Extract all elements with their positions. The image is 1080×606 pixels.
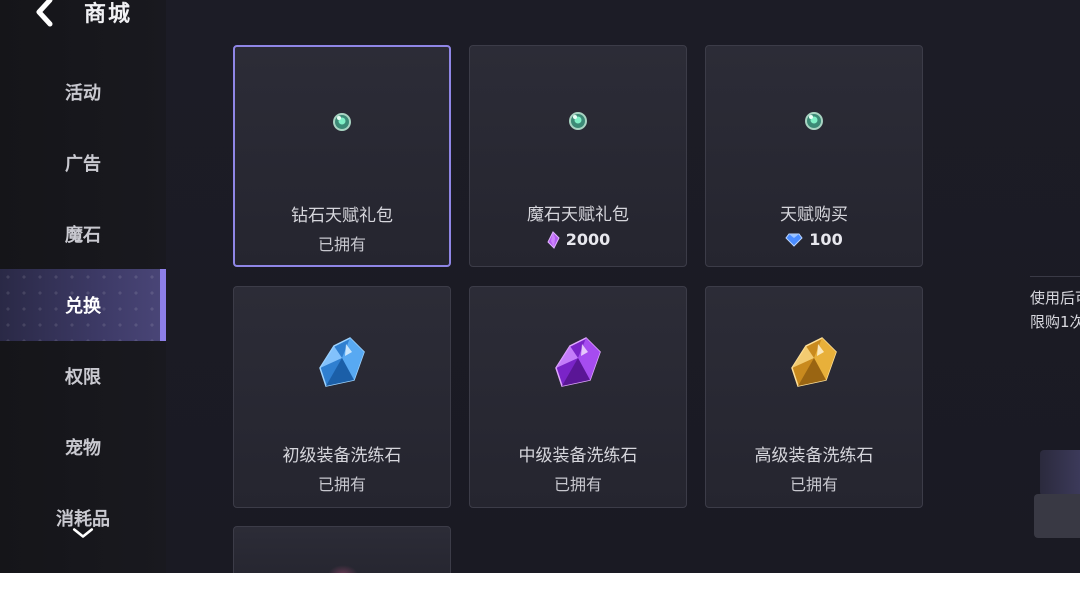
gold-crystal-icon xyxy=(791,337,837,387)
sidebar: 商城 活动 广告 魔石 兑换 权限 宠物 消耗品 xyxy=(0,0,166,573)
detail-description: 使用后可 限购1次 xyxy=(1030,286,1080,334)
item-status: 已拥有 xyxy=(789,475,838,494)
sidebar-item-privileges[interactable]: 权限 xyxy=(0,340,166,412)
talent-ring-icon xyxy=(333,113,351,131)
back-button[interactable] xyxy=(26,0,62,30)
shop-item-card[interactable] xyxy=(233,526,451,573)
blue-crystal-icon xyxy=(319,337,365,387)
item-price: 2000 xyxy=(470,230,686,249)
chevron-left-icon xyxy=(36,0,53,27)
page-title: 商城 xyxy=(84,2,133,27)
detail-action-button[interactable] xyxy=(1040,450,1080,496)
shop-item-card[interactable]: 天赋购买 100 xyxy=(705,45,923,267)
sidebar-item-label: 活动 xyxy=(65,83,101,104)
detail-divider xyxy=(1030,276,1080,277)
detail-secondary-button[interactable] xyxy=(1034,494,1080,538)
item-glow xyxy=(328,565,358,573)
sidebar-item-label: 宠物 xyxy=(65,438,101,459)
item-status: 已拥有 xyxy=(317,475,366,494)
sidebar-item-activity[interactable]: 活动 xyxy=(0,56,166,128)
purple-crystal-icon xyxy=(555,337,601,387)
sidebar-item-label: 兑换 xyxy=(65,296,101,317)
item-name: 天赋购买 xyxy=(780,205,848,225)
price-value: 100 xyxy=(809,230,843,249)
item-status: 已拥有 xyxy=(317,235,366,254)
item-name: 中级装备洗练石 xyxy=(518,446,638,466)
price-value: 2000 xyxy=(565,230,611,249)
shop-item-card[interactable]: 高级装备洗练石 已拥有 xyxy=(705,286,923,508)
item-status: 已拥有 xyxy=(553,475,602,494)
detail-line: 限购1次 xyxy=(1030,313,1080,331)
sidebar-item-ads[interactable]: 广告 xyxy=(0,127,166,199)
item-name: 钻石天赋礼包 xyxy=(291,206,393,226)
shop-screen: 商城 活动 广告 魔石 兑换 权限 宠物 消耗品 钻石天赋礼包 已拥有 魔石天赋… xyxy=(0,0,1080,573)
talent-ring-icon xyxy=(569,112,587,130)
sidebar-item-exchange[interactable]: 兑换 xyxy=(0,269,166,341)
sidebar-item-pets[interactable]: 宠物 xyxy=(0,411,166,483)
diamond-icon xyxy=(785,233,803,247)
magic-stone-icon xyxy=(547,230,560,249)
shop-item-card[interactable]: 初级装备洗练石 已拥有 xyxy=(233,286,451,508)
item-name: 高级装备洗练石 xyxy=(754,446,874,466)
shop-item-card[interactable]: 钻石天赋礼包 已拥有 xyxy=(233,45,451,267)
shop-item-card[interactable]: 魔石天赋礼包 2000 xyxy=(469,45,687,267)
item-name: 魔石天赋礼包 xyxy=(527,205,629,225)
talent-ring-icon xyxy=(805,112,823,130)
shop-item-card[interactable]: 中级装备洗练石 已拥有 xyxy=(469,286,687,508)
sidebar-item-label: 魔石 xyxy=(65,225,101,246)
sidebar-item-magic-stone[interactable]: 魔石 xyxy=(0,198,166,270)
item-name: 初级装备洗练石 xyxy=(282,446,402,466)
item-price: 100 xyxy=(706,230,922,249)
sidebar-item-label: 广告 xyxy=(65,154,101,175)
sidebar-item-label: 消耗品 xyxy=(56,509,110,530)
sidebar-item-label: 权限 xyxy=(65,367,101,388)
detail-line: 使用后可 xyxy=(1030,289,1080,307)
